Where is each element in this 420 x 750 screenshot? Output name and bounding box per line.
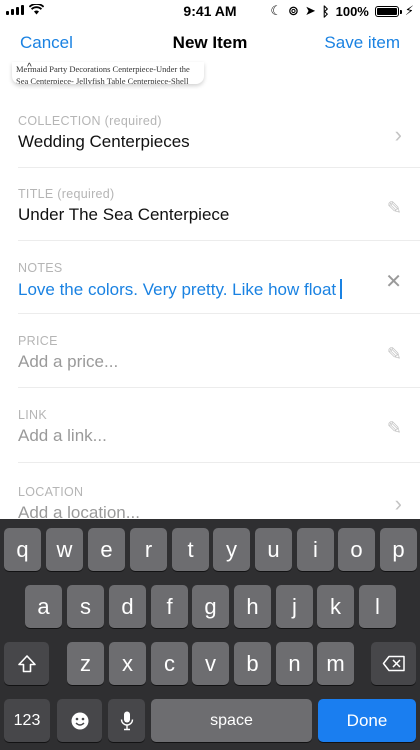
key-y[interactable]: y (213, 528, 250, 571)
key-f[interactable]: f (151, 585, 188, 628)
key-n[interactable]: n (276, 642, 313, 685)
price-row[interactable]: PRICE Add a price... ✎ (18, 314, 420, 388)
collection-row[interactable]: COLLECTION (required) Wedding Centerpiec… (18, 104, 420, 168)
link-label: LINK (18, 408, 47, 422)
chevron-up-icon[interactable]: ^ (27, 62, 32, 73)
chevron-right-icon: › (394, 122, 402, 147)
title-field[interactable]: Under The Sea Centerpiece (18, 205, 229, 225)
text-caret (340, 279, 343, 299)
price-label: PRICE (18, 334, 58, 348)
done-key[interactable]: Done (318, 699, 416, 742)
keyboard: q w e r t y u i o p a s d f g h j k l z … (0, 519, 420, 750)
collection-label: COLLECTION (required) (18, 114, 162, 128)
notes-text: Love the colors. Very pretty. Like how f… (18, 280, 337, 299)
status-bar: 9:41 AM ☾ ⊚ ➤ ᛒ 100% ⚡ (0, 0, 420, 22)
pencil-icon: ✎ (386, 418, 402, 438)
key-s[interactable]: s (67, 585, 104, 628)
battery-icon (374, 5, 402, 17)
microphone-icon (120, 711, 133, 730)
emoji-icon (71, 712, 88, 729)
key-z[interactable]: z (67, 642, 104, 685)
link-row[interactable]: LINK Add a link... ✎ (18, 388, 420, 463)
title-row[interactable]: TITLE (required) Under The Sea Centerpie… (18, 168, 420, 241)
key-i[interactable]: i (297, 528, 334, 571)
status-right: ☾ ⊚ ➤ ᛒ 100% ⚡ (270, 3, 414, 19)
key-g[interactable]: g (192, 585, 229, 628)
notes-row[interactable]: NOTES Love the colors. Very pretty. Like… (18, 241, 420, 314)
key-c[interactable]: c (151, 642, 188, 685)
preview-line-2: Sea Centerpiece- Jellyfish Table Centerp… (16, 76, 189, 84)
key-b[interactable]: b (234, 642, 271, 685)
numbers-key[interactable]: 123 (4, 699, 50, 742)
key-k[interactable]: k (317, 585, 354, 628)
notes-label: NOTES (18, 261, 63, 275)
key-t[interactable]: t (172, 528, 209, 571)
chevron-right-icon: › (394, 491, 402, 516)
key-p[interactable]: p (380, 528, 417, 571)
delete-key[interactable] (371, 642, 416, 685)
battery-percent: 100% (335, 3, 369, 19)
space-key[interactable]: space (151, 699, 312, 742)
shift-key[interactable] (4, 642, 49, 685)
key-x[interactable]: x (109, 642, 146, 685)
dictation-key[interactable] (108, 699, 145, 742)
key-r[interactable]: r (130, 528, 167, 571)
backspace-icon (382, 655, 405, 672)
key-h[interactable]: h (234, 585, 271, 628)
cancel-button[interactable]: Cancel (20, 33, 73, 53)
title-label: TITLE (required) (18, 187, 115, 201)
key-u[interactable]: u (255, 528, 292, 571)
link-field[interactable]: Add a link... (18, 426, 107, 446)
preview-line-1: Mermaid Party Decorations Centerpiece-Un… (16, 64, 190, 74)
key-j[interactable]: j (276, 585, 313, 628)
shift-icon (17, 654, 36, 672)
pencil-icon: ✎ (386, 344, 402, 364)
key-a[interactable]: a (25, 585, 62, 628)
navigation-bar: Cancel New Item Save item (0, 22, 420, 66)
location-arrow-icon: ➤ (304, 3, 316, 18)
key-o[interactable]: o (338, 528, 375, 571)
key-w[interactable]: w (46, 528, 83, 571)
key-e[interactable]: e (88, 528, 125, 571)
pencil-icon: ✎ (386, 198, 402, 218)
clear-icon[interactable]: ✕ (385, 269, 402, 294)
moon-icon: ☾ (270, 3, 282, 18)
collection-value: Wedding Centerpieces (18, 132, 190, 151)
save-item-button[interactable]: Save item (324, 33, 400, 53)
orientation-lock-icon: ⊚ (287, 3, 299, 18)
key-m[interactable]: m (317, 642, 354, 685)
key-q[interactable]: q (4, 528, 41, 571)
item-preview-card[interactable]: Mermaid Party Decorations Centerpiece-Un… (12, 62, 204, 84)
bluetooth-icon: ᛒ (321, 3, 330, 19)
key-v[interactable]: v (192, 642, 229, 685)
charging-icon: ⚡ (404, 3, 414, 18)
price-field[interactable]: Add a price... (18, 352, 118, 372)
key-d[interactable]: d (109, 585, 146, 628)
notes-field[interactable]: Love the colors. Very pretty. Like how f… (18, 279, 343, 300)
key-l[interactable]: l (359, 585, 396, 628)
location-label: LOCATION (18, 485, 84, 499)
emoji-key[interactable] (57, 699, 102, 742)
